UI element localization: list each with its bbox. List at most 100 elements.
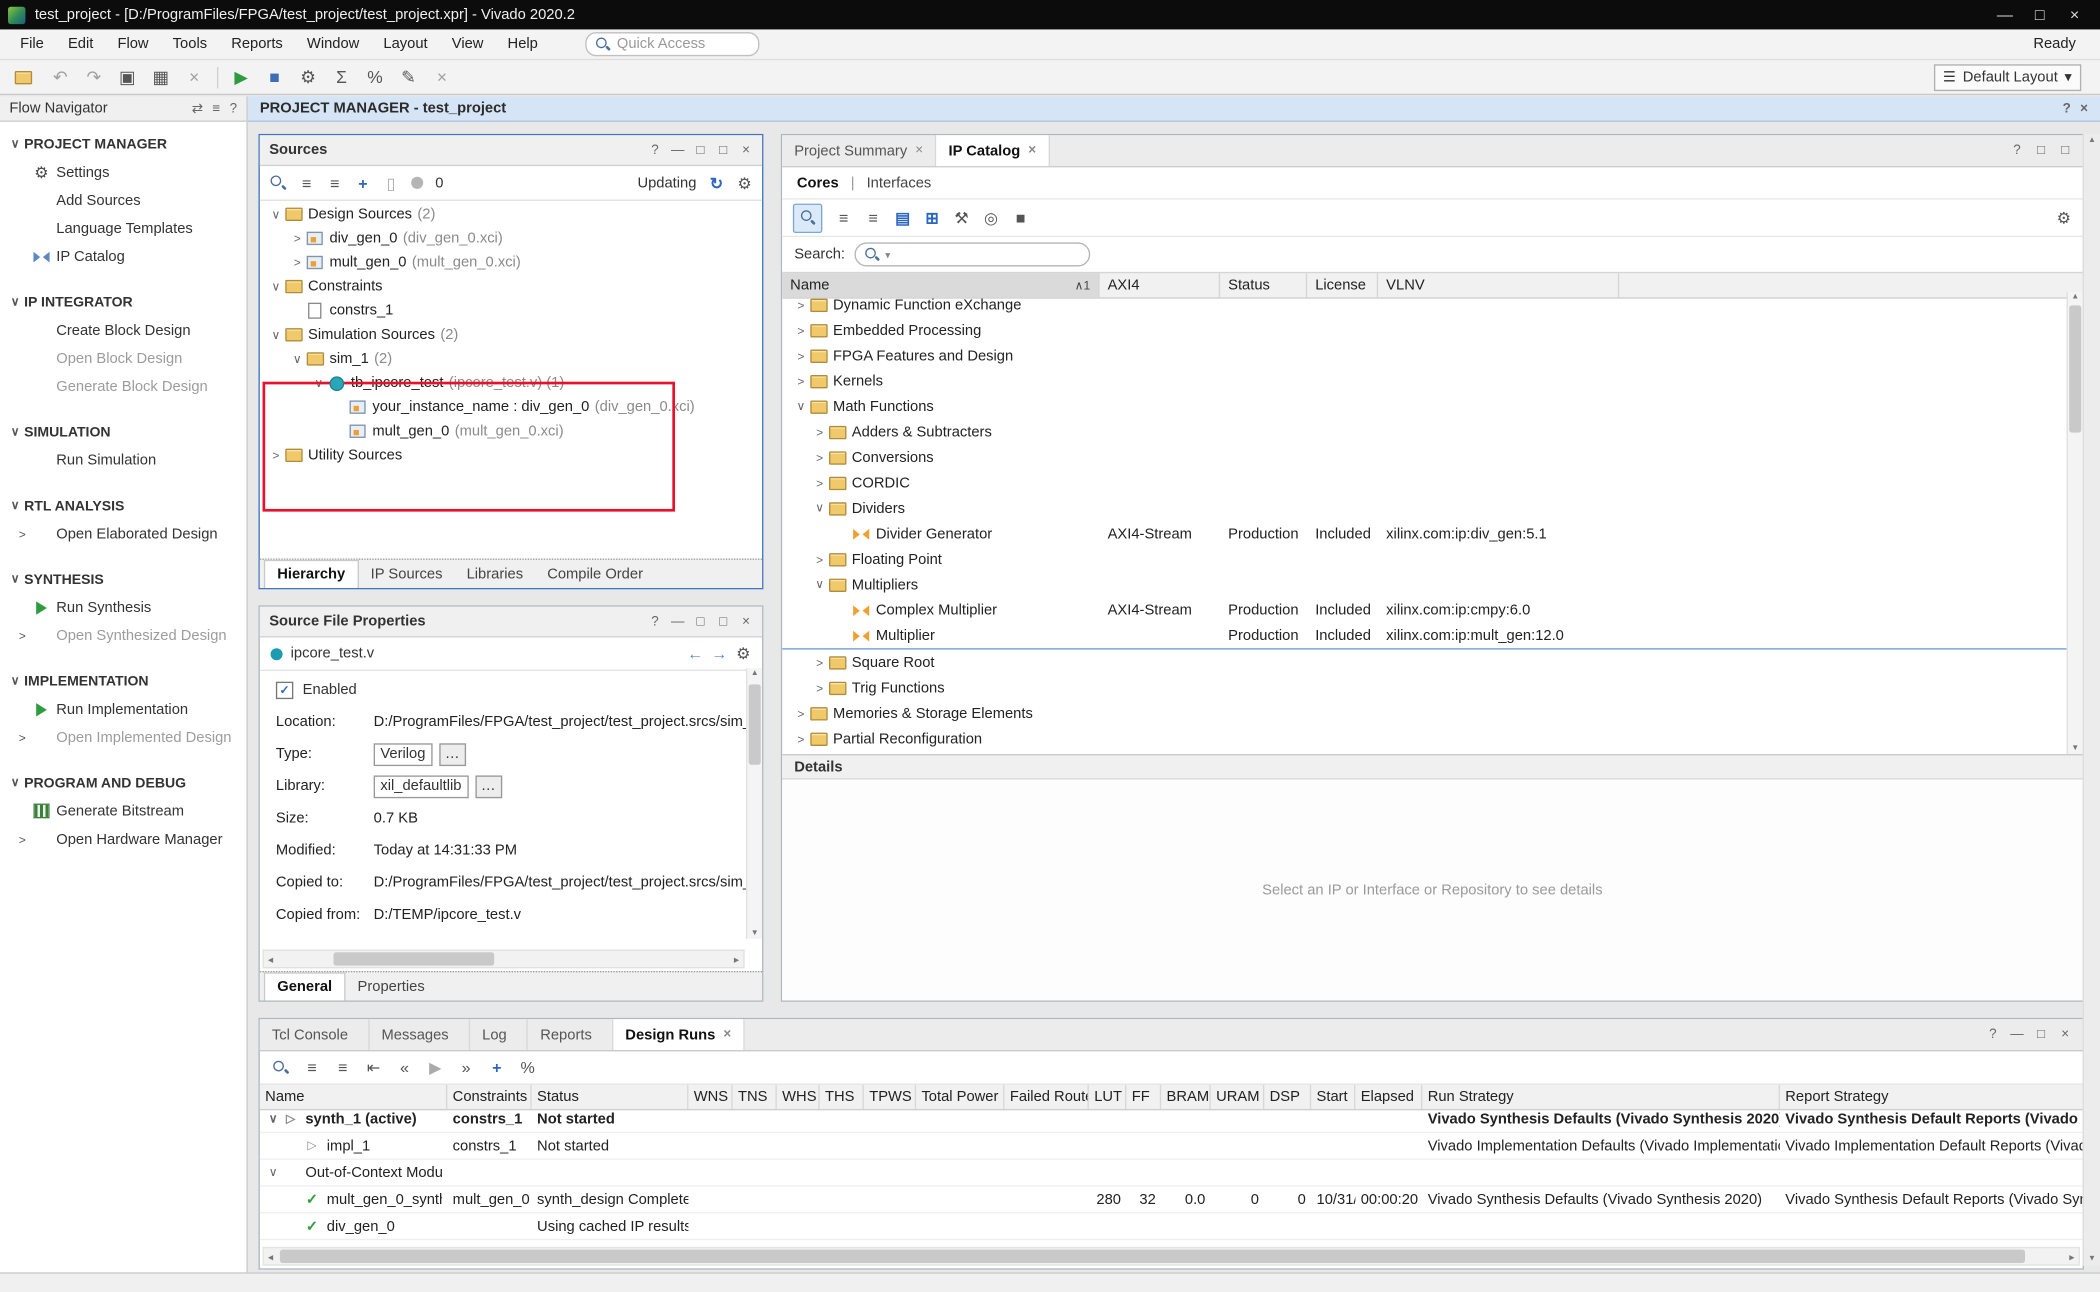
catalog-row[interactable]: > Trig Functions (782, 675, 2068, 700)
scroll-left-icon[interactable]: ◂ (264, 1248, 277, 1264)
catalog-row[interactable]: ∨ Dividers (782, 496, 2068, 521)
collapse-all-icon[interactable]: ≡ (304, 1058, 320, 1077)
sources-tree-row[interactable]: ∨ Simulation Sources (2) (260, 323, 762, 347)
scroll-down-icon[interactable]: ▼ (747, 929, 762, 937)
catalog-row[interactable]: > Memories & Storage Elements (782, 700, 2068, 725)
close-icon[interactable]: × (915, 143, 923, 158)
horizontal-scrollbar[interactable]: ◂ ▸ (263, 1247, 2080, 1266)
expander-icon[interactable]: > (793, 323, 809, 336)
flow-nav-item[interactable]: ∨ RTL ANALYSIS (0, 492, 246, 520)
help-icon[interactable]: ? (648, 143, 661, 158)
bottom-panel-tab[interactable]: Reports (528, 1019, 613, 1050)
help-icon[interactable]: ? (1986, 1027, 1999, 1042)
percent-icon[interactable]: % (520, 1058, 536, 1077)
design-run-row[interactable]: ∨ Out-of-Context Module Runs (260, 1160, 2083, 1187)
flow-nav-item[interactable]: Generate Bitstream (0, 797, 246, 825)
flow-nav-item[interactable]: Run Simulation (0, 446, 246, 474)
flow-nav-item[interactable]: > Open Implemented Design (0, 723, 246, 751)
expander-icon[interactable]: ∨ (812, 501, 828, 516)
expander-icon[interactable]: ∨ (268, 327, 284, 342)
step-back-icon[interactable]: « (396, 1058, 412, 1077)
expander-icon[interactable]: > (812, 656, 828, 669)
catalog-row[interactable]: ∨ Math Functions (782, 394, 2068, 419)
scrollbar-thumb[interactable] (280, 1250, 2025, 1263)
flow-nav-item[interactable]: Run Implementation (0, 695, 246, 723)
scrollbar-thumb[interactable] (2069, 305, 2081, 432)
expander-icon[interactable]: > (812, 476, 828, 489)
catalog-search-input[interactable]: ▾ (854, 242, 1090, 266)
delete-icon[interactable]: × (183, 67, 204, 87)
menu-item[interactable]: Help (495, 36, 549, 52)
scroll-right-icon[interactable]: ▸ (730, 951, 743, 967)
menu-item[interactable]: File (8, 36, 56, 52)
menu-icon[interactable]: ≡ (212, 101, 220, 116)
scroll-up-icon[interactable]: ▲ (2084, 137, 2100, 145)
add-sources-icon[interactable]: + (355, 173, 371, 192)
edit-icon[interactable]: ✎ (398, 66, 419, 87)
catalog-row[interactable]: Multiplier Production Included xilinx.co… (782, 623, 2068, 650)
stop-icon[interactable]: ■ (1013, 208, 1029, 227)
flow-nav-item[interactable]: Run Synthesis (0, 593, 246, 621)
expander-icon[interactable]: > (812, 681, 828, 694)
report-sum-icon[interactable]: Σ (331, 67, 352, 87)
type-browse-button[interactable]: … (439, 743, 466, 766)
copy-icon[interactable]: ▣ (117, 66, 138, 87)
design-run-row[interactable]: ∨ synth_1 (active) constrs_1 Not started (260, 1106, 2083, 1133)
scroll-down-icon[interactable]: ▼ (2068, 745, 2083, 753)
refresh-icon[interactable]: ↻ (708, 173, 724, 192)
vertical-scrollbar[interactable]: ▲ ▼ (2067, 292, 2083, 754)
catalog-row[interactable]: > Square Root (782, 650, 2068, 675)
close-icon[interactable]: × (2059, 1027, 2072, 1042)
flow-nav-item[interactable]: ∨ SIMULATION (0, 418, 246, 446)
document-tab[interactable]: Project Summary × (782, 135, 936, 166)
vertical-scrollbar[interactable]: ▲ ▼ (746, 668, 762, 939)
sfp-tab[interactable]: General (264, 972, 346, 1000)
expander-icon[interactable]: > (812, 425, 828, 438)
sources-tab[interactable]: IP Sources (359, 560, 455, 588)
expander-icon[interactable]: ∨ (812, 577, 828, 592)
close-icon[interactable]: × (2057, 5, 2092, 24)
stop-icon[interactable]: × (431, 67, 452, 87)
maximize-icon[interactable]: □ (2022, 5, 2057, 24)
help-icon[interactable]: ? (2063, 101, 2071, 116)
scroll-up-icon[interactable]: ▲ (2068, 293, 2083, 301)
flow-nav-item[interactable]: ∨ PROJECT MANAGER (0, 130, 246, 158)
flow-nav-item[interactable]: Language Templates (0, 214, 246, 242)
expander-icon[interactable]: ∨ (793, 399, 809, 414)
flow-nav-item[interactable]: > Open Elaborated Design (0, 520, 246, 548)
maximize-icon[interactable]: □ (717, 614, 730, 629)
workspace-vertical-scrollbar[interactable]: ▲ ▼ (2083, 134, 2100, 1266)
menu-item[interactable]: View (440, 36, 496, 52)
search-icon[interactable] (272, 1059, 289, 1076)
catalog-row[interactable]: > FPGA Features and Design (782, 343, 2068, 368)
quick-access-search[interactable]: Quick Access (585, 32, 759, 56)
open-file-icon[interactable]: ▯ (383, 173, 399, 192)
settings-gear-icon[interactable]: ⚙ (297, 66, 318, 87)
expand-all-icon[interactable]: ≡ (335, 1058, 351, 1077)
sources-tab[interactable]: Libraries (455, 560, 536, 588)
scrollbar-thumb[interactable] (333, 952, 494, 965)
close-icon[interactable]: × (739, 143, 752, 158)
expander-icon[interactable]: ∨ (289, 352, 305, 367)
flow-nav-item[interactable]: > Open Synthesized Design (0, 621, 246, 649)
flow-nav-item[interactable]: ∨ IP INTEGRATOR (0, 288, 246, 316)
swap-icon[interactable]: ⇄ (192, 101, 203, 116)
catalog-row[interactable]: > Kernels (782, 368, 2068, 393)
flow-nav-item[interactable]: Settings (0, 158, 246, 186)
scroll-right-icon[interactable]: ▸ (2065, 1248, 2078, 1264)
maximize-icon[interactable]: □ (2059, 143, 2072, 158)
expander-icon[interactable]: > (289, 232, 305, 245)
back-icon[interactable]: ← (687, 644, 703, 663)
library-browse-button[interactable]: … (475, 775, 502, 798)
sfp-tab[interactable]: Properties (345, 972, 436, 1000)
expander-icon[interactable]: > (793, 374, 809, 387)
create-runs-icon[interactable]: + (489, 1058, 505, 1077)
search-toggle-button[interactable] (793, 203, 822, 232)
flow-nav-item[interactable]: ∨ PROGRAM AND DEBUG (0, 769, 246, 797)
scroll-up-icon[interactable]: ▲ (747, 670, 762, 678)
library-input[interactable]: xil_defaultlib (374, 775, 468, 798)
maximize-icon[interactable]: □ (2034, 1027, 2047, 1042)
close-icon[interactable]: × (1028, 143, 1036, 158)
expander-icon[interactable]: ∨ (265, 1165, 281, 1180)
flow-nav-item[interactable]: IP Catalog (0, 242, 246, 270)
